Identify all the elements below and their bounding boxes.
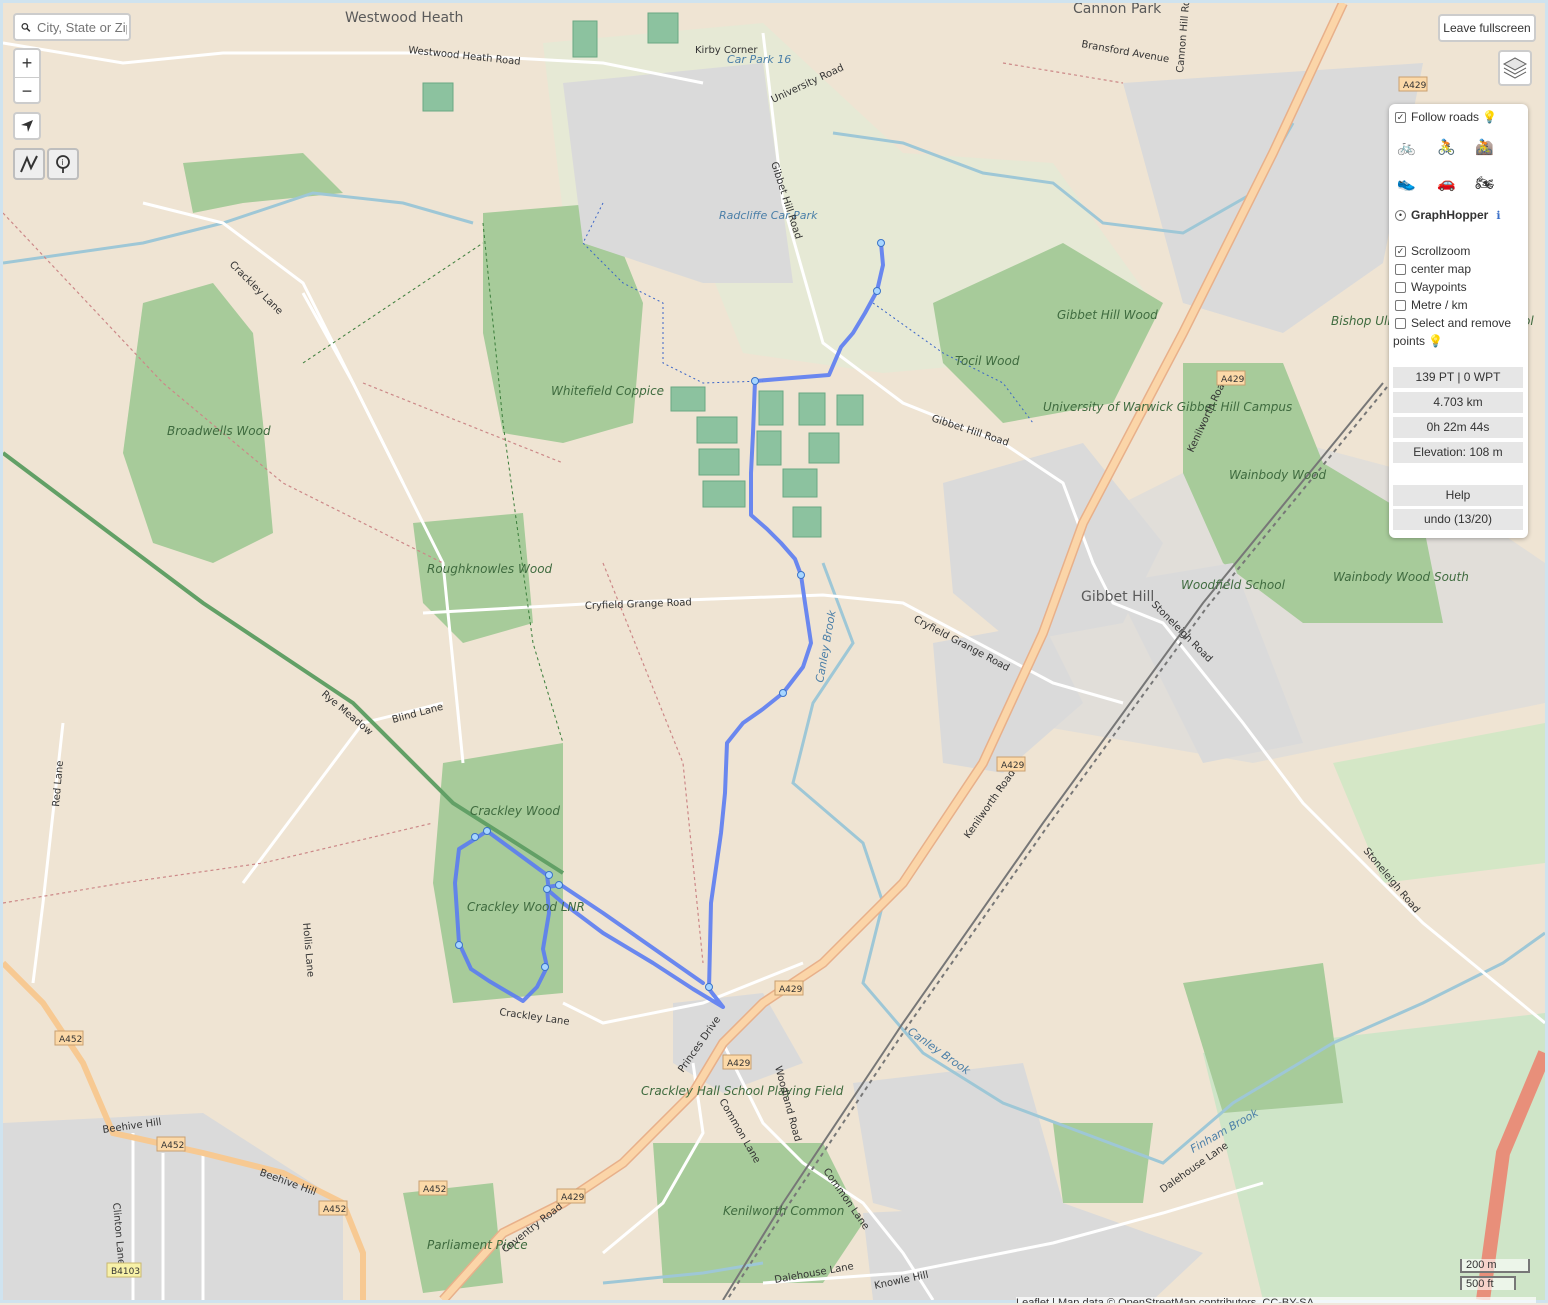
svg-text:Wainbody Wood South: Wainbody Wood South (1333, 570, 1469, 584)
points-label: points 💡 (1393, 334, 1443, 348)
waypoints-option[interactable]: Waypoints (1395, 280, 1467, 294)
lightbulb-icon: 💡 (1428, 334, 1443, 348)
svg-text:Cannon Park: Cannon Park (1073, 3, 1162, 17)
zoom-out-button[interactable]: − (15, 78, 39, 105)
svg-text:Wainbody Wood: Wainbody Wood (1229, 468, 1327, 482)
lightbulb-icon: 💡 (1482, 110, 1497, 124)
label-gibbet-hill: Gibbet Hill (1081, 589, 1154, 605)
add-poi-button[interactable]: i (47, 148, 79, 180)
svg-text:A452: A452 (161, 1141, 184, 1151)
svg-text:Radcliffe Car Park: Radcliffe Car Park (719, 209, 818, 222)
draw-route-button[interactable] (13, 148, 45, 180)
svg-text:Roughknowles Wood: Roughknowles Wood (427, 562, 553, 576)
center-map-option[interactable]: center map (1395, 262, 1471, 276)
search-icon (21, 22, 31, 32)
svg-text:Crackley Wood: Crackley Wood (470, 804, 560, 818)
route-draw-icon (20, 155, 38, 173)
svg-text:Gibbet Hill Wood: Gibbet Hill Wood (1057, 308, 1158, 322)
search-box[interactable] (13, 13, 131, 41)
bike-icon[interactable]: 🚲 (1397, 138, 1416, 156)
follow-roads-checkbox[interactable]: ✓ (1395, 111, 1406, 123)
attribution: Leaflet | Map data © OpenStreetMap contr… (1016, 1297, 1536, 1303)
racing-bike-icon[interactable]: 🚴 (1437, 138, 1456, 156)
svg-text:A452: A452 (59, 1035, 82, 1045)
search-input[interactable] (35, 18, 129, 36)
zoom-in-button[interactable]: + (15, 50, 39, 78)
center-map-checkbox[interactable] (1395, 263, 1406, 275)
scale-metric: 200 m (1460, 1259, 1530, 1273)
svg-text:Car Park 16: Car Park 16 (727, 53, 791, 66)
waypoints-checkbox[interactable] (1395, 281, 1406, 293)
scrollzoom-option[interactable]: ✓ Scrollzoom (1395, 244, 1470, 258)
layers-button[interactable] (1498, 50, 1532, 86)
svg-text:A429: A429 (1403, 81, 1427, 91)
svg-text:A429: A429 (779, 985, 803, 995)
router-option[interactable]: • GraphHopper ℹ (1395, 208, 1501, 222)
svg-text:Crackley Wood LNR: Crackley Wood LNR (467, 900, 585, 914)
svg-text:Broadwells Wood: Broadwells Wood (167, 424, 271, 438)
info-icon[interactable]: ℹ (1496, 209, 1500, 222)
routing-panel: ✓ Follow roads 💡 🚲 🚴 🚵 👟 🚗 🏍 • GraphHopp… (1389, 104, 1528, 538)
svg-text:Woodfield School: Woodfield School (1181, 578, 1286, 592)
svg-text:A429: A429 (727, 1059, 751, 1069)
stat-time: 0h 22m 44s (1393, 417, 1523, 438)
svg-text:i: i (62, 158, 64, 167)
svg-text:A452: A452 (423, 1185, 446, 1195)
label-westwood-heath: Westwood Heath (345, 10, 463, 26)
foot-icon[interactable]: 👟 (1397, 174, 1416, 192)
svg-text:Kenilworth Common: Kenilworth Common (723, 1204, 844, 1218)
zoom-control: + − (13, 48, 41, 104)
location-arrow-icon (21, 120, 33, 132)
router-radio[interactable]: • (1395, 209, 1406, 221)
poi-marker-icon: i (56, 155, 70, 173)
select-remove-option[interactable]: Select and remove (1395, 316, 1511, 330)
svg-text:Tocil Wood: Tocil Wood (955, 354, 1020, 368)
motorcycle-icon[interactable]: 🏍 (1475, 174, 1494, 192)
scale-imperial: 500 ft (1460, 1276, 1516, 1290)
car-icon[interactable]: 🚗 (1437, 174, 1456, 192)
locate-button[interactable] (13, 112, 41, 140)
layers-icon (1502, 57, 1528, 79)
svg-text:B4103: B4103 (111, 1267, 140, 1277)
undo-button[interactable]: undo (13/20) (1393, 509, 1523, 530)
stat-distance: 4.703 km (1393, 392, 1523, 413)
stat-points: 139 PT | 0 WPT (1393, 367, 1523, 388)
select-remove-checkbox[interactable] (1395, 317, 1406, 329)
svg-text:University of Warwick Gibbet H: University of Warwick Gibbet Hill Campus (1043, 400, 1292, 414)
svg-text:Whitefield Coppice: Whitefield Coppice (551, 384, 664, 398)
follow-roads-option[interactable]: ✓ Follow roads 💡 (1395, 110, 1497, 124)
svg-text:A429: A429 (1001, 761, 1025, 771)
svg-text:A429: A429 (1221, 375, 1245, 385)
leave-fullscreen-button[interactable]: Leave fullscreen (1438, 14, 1536, 42)
stat-elevation: Elevation: 108 m (1393, 442, 1523, 463)
metre-km-checkbox[interactable] (1395, 299, 1406, 311)
svg-text:A452: A452 (323, 1205, 346, 1215)
metre-km-option[interactable]: Metre / km (1395, 298, 1468, 312)
mountain-bike-icon[interactable]: 🚵 (1475, 138, 1494, 156)
map-canvas[interactable]: Westwood Heath Westwood Heath Road Canno… (0, 0, 1548, 1304)
scrollzoom-checkbox[interactable]: ✓ (1395, 245, 1406, 257)
svg-text:A429: A429 (561, 1193, 585, 1203)
help-button[interactable]: Help (1393, 485, 1523, 506)
svg-text:Crackley Hall School Playing F: Crackley Hall School Playing Field (641, 1084, 844, 1098)
